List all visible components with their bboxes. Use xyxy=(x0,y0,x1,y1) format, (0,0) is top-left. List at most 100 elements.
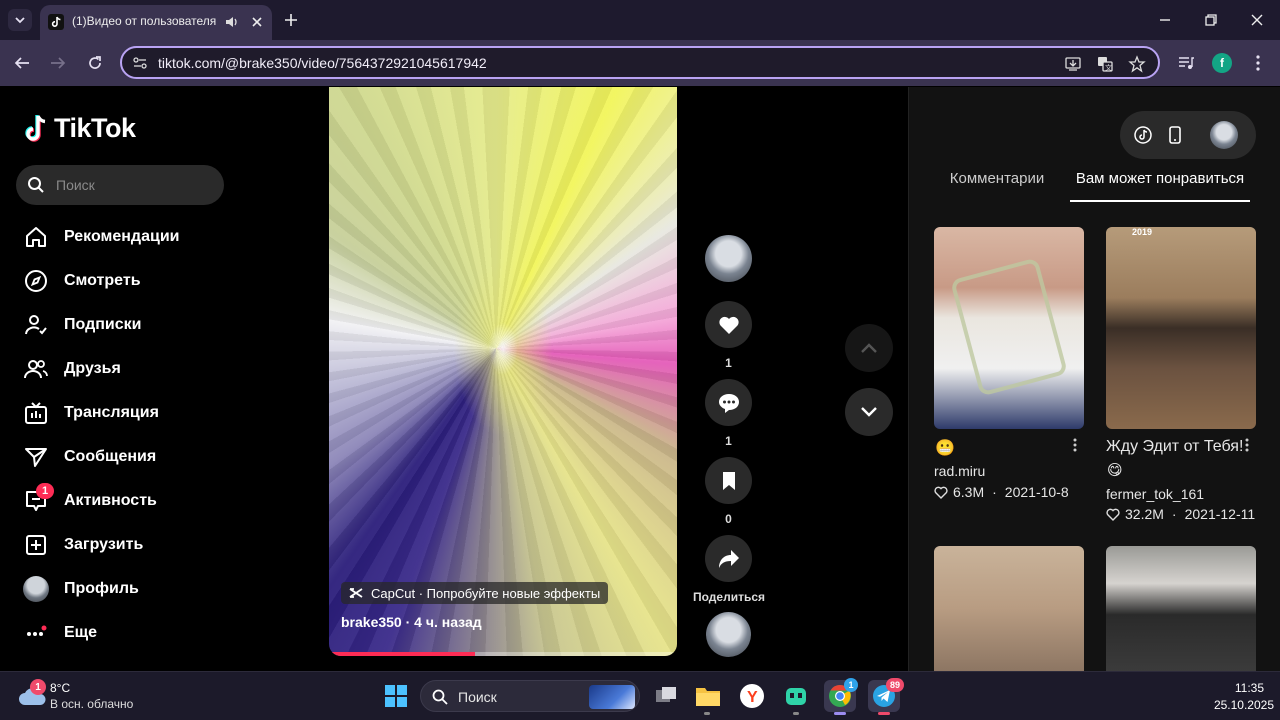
video-player[interactable]: CapCut · Попробуйте новые эффекты brake3… xyxy=(329,87,677,656)
weather-widget[interactable]: 1 8°C В осн. облачно xyxy=(16,679,176,713)
stats-separator: · xyxy=(992,484,997,500)
url-text[interactable]: tiktok.com/@brake350/video/7564372921045… xyxy=(158,55,487,71)
yandex-icon: Y xyxy=(740,684,764,708)
address-bar[interactable]: tiktok.com/@brake350/video/7564372921045… xyxy=(120,46,1160,79)
share-label: Поделиться xyxy=(692,590,766,604)
telegram-button[interactable]: 89 xyxy=(868,678,904,712)
video-thumbnail-1[interactable] xyxy=(934,227,1084,429)
sidebar-item-upload[interactable]: Загрузить xyxy=(22,530,143,560)
save-count: 0 xyxy=(725,512,732,526)
active-tab-indicator xyxy=(1070,200,1250,202)
next-video-button[interactable] xyxy=(845,388,893,436)
video-title-1[interactable]: 😬 xyxy=(935,438,955,458)
search-box[interactable]: Поиск xyxy=(16,165,224,205)
browser-tab[interactable]: (1)Видео от пользователя xyxy=(40,5,272,40)
task-view-button[interactable] xyxy=(650,680,682,712)
following-icon xyxy=(25,315,47,335)
close-tab-icon[interactable] xyxy=(250,15,264,29)
tab-search-button[interactable] xyxy=(8,9,32,31)
tab-recommended[interactable]: Вам может понравиться xyxy=(1070,170,1250,202)
capcut-icon xyxy=(349,588,363,598)
friends-icon xyxy=(24,360,48,379)
video-stats-2: 32.2M · 2021-12-11 xyxy=(1106,506,1255,522)
app-button[interactable] xyxy=(780,680,812,712)
media-controls-icon[interactable] xyxy=(1177,54,1195,72)
chevron-up-icon xyxy=(861,343,877,353)
comment-icon xyxy=(718,393,739,413)
windows-start-icon[interactable] xyxy=(384,684,408,708)
profile-avatar[interactable]: f xyxy=(1212,53,1232,73)
clock-date[interactable]: 25.10.2025 xyxy=(1190,698,1274,712)
running-indicator xyxy=(793,712,799,715)
user-avatar[interactable] xyxy=(1210,121,1238,149)
taskbar-search[interactable]: Поиск xyxy=(420,680,640,712)
more-options-icon[interactable] xyxy=(1068,437,1082,453)
thumbnail-label: 2019 xyxy=(1132,227,1153,237)
sidebar-item-profile[interactable]: Профиль xyxy=(22,574,139,604)
mobile-app-icon[interactable] xyxy=(1168,126,1182,144)
effect-label: CapCut · Попробуйте новые эффекты xyxy=(371,585,601,601)
sidebar-item-label: Подписки xyxy=(64,316,142,333)
video-author-1[interactable]: rad.miru xyxy=(934,463,985,479)
forward-icon[interactable] xyxy=(49,55,67,71)
more-options-icon[interactable] xyxy=(1240,437,1254,453)
tiktok-logo[interactable]: TikTok xyxy=(24,113,136,144)
like-button[interactable] xyxy=(705,301,752,348)
reload-icon[interactable] xyxy=(86,54,104,72)
progress-track[interactable] xyxy=(329,652,677,656)
sidebar-item-messages[interactable]: Сообщения xyxy=(22,442,156,472)
like-count: 32.2M xyxy=(1125,506,1164,522)
video-thumbnail-3[interactable] xyxy=(934,546,1084,671)
video-title-2[interactable]: Жду Эдит от Тебя! xyxy=(1106,438,1243,456)
avatar xyxy=(23,576,49,602)
browser-menu-icon[interactable] xyxy=(1250,54,1266,72)
capcut-effect-tag[interactable]: CapCut · Попробуйте новые эффекты xyxy=(341,582,609,604)
translate-icon[interactable]: 文 xyxy=(1096,55,1114,73)
save-button[interactable] xyxy=(705,457,752,504)
restore-icon[interactable] xyxy=(1204,13,1218,27)
sidebar-item-label: Активность xyxy=(64,492,157,509)
notification-badge: 1 xyxy=(36,483,54,499)
minimize-icon[interactable] xyxy=(1158,13,1172,27)
chevron-down-icon xyxy=(15,17,25,24)
speaker-icon[interactable] xyxy=(224,14,240,30)
new-tab-icon[interactable] xyxy=(284,13,298,27)
active-indicator xyxy=(878,712,890,715)
upload-icon xyxy=(26,535,46,555)
back-icon[interactable] xyxy=(13,55,31,71)
comment-button[interactable] xyxy=(705,379,752,426)
install-app-icon[interactable] xyxy=(1064,55,1082,73)
clock-time[interactable]: 11:35 xyxy=(1190,681,1264,695)
sidebar-item-more[interactable]: Еще xyxy=(22,618,97,648)
sidebar-item-following[interactable]: Подписки xyxy=(22,310,141,340)
bookmark-star-icon[interactable] xyxy=(1128,55,1146,73)
previous-video-button[interactable] xyxy=(845,324,893,372)
tiktok-app-icon[interactable] xyxy=(1134,126,1152,144)
share-button[interactable] xyxy=(705,535,752,582)
video-thumbnail-4[interactable] xyxy=(1106,546,1256,671)
tiktok-logo-icon xyxy=(25,114,46,142)
sidebar-item-friends[interactable]: Друзья xyxy=(22,354,121,384)
caption-separator: · xyxy=(401,614,415,630)
video-thumbnail-2[interactable]: 2019 xyxy=(1106,227,1256,429)
video-author[interactable]: brake350 xyxy=(341,614,402,630)
file-explorer-button[interactable] xyxy=(692,680,724,712)
site-settings-icon[interactable] xyxy=(132,55,148,71)
video-date: 2021-10-8 xyxy=(1004,484,1069,500)
task-view-icon xyxy=(656,687,676,702)
chrome-button[interactable]: 1 xyxy=(824,678,858,712)
weather-temp: 8°C xyxy=(50,681,71,695)
author-avatar[interactable] xyxy=(705,235,752,282)
chevron-down-icon xyxy=(861,407,877,417)
sidebar-item-activity[interactable]: 1 Активность xyxy=(22,483,157,516)
sidebar-item-watch[interactable]: Смотреть xyxy=(22,266,141,296)
sidebar-item-live[interactable]: Трансляция xyxy=(22,398,159,428)
sidebar-item-recommendations[interactable]: Рекомендации xyxy=(22,222,180,252)
tab-comments[interactable]: Комментарии xyxy=(930,170,1064,202)
video-date: 2021-12-11 xyxy=(1184,506,1256,522)
yandex-browser-button[interactable]: Y xyxy=(736,680,768,712)
home-icon xyxy=(26,227,46,247)
sound-disc-avatar[interactable] xyxy=(706,612,751,657)
video-author-2[interactable]: fermer_tok_161 xyxy=(1106,486,1204,502)
close-window-icon[interactable] xyxy=(1250,13,1264,27)
